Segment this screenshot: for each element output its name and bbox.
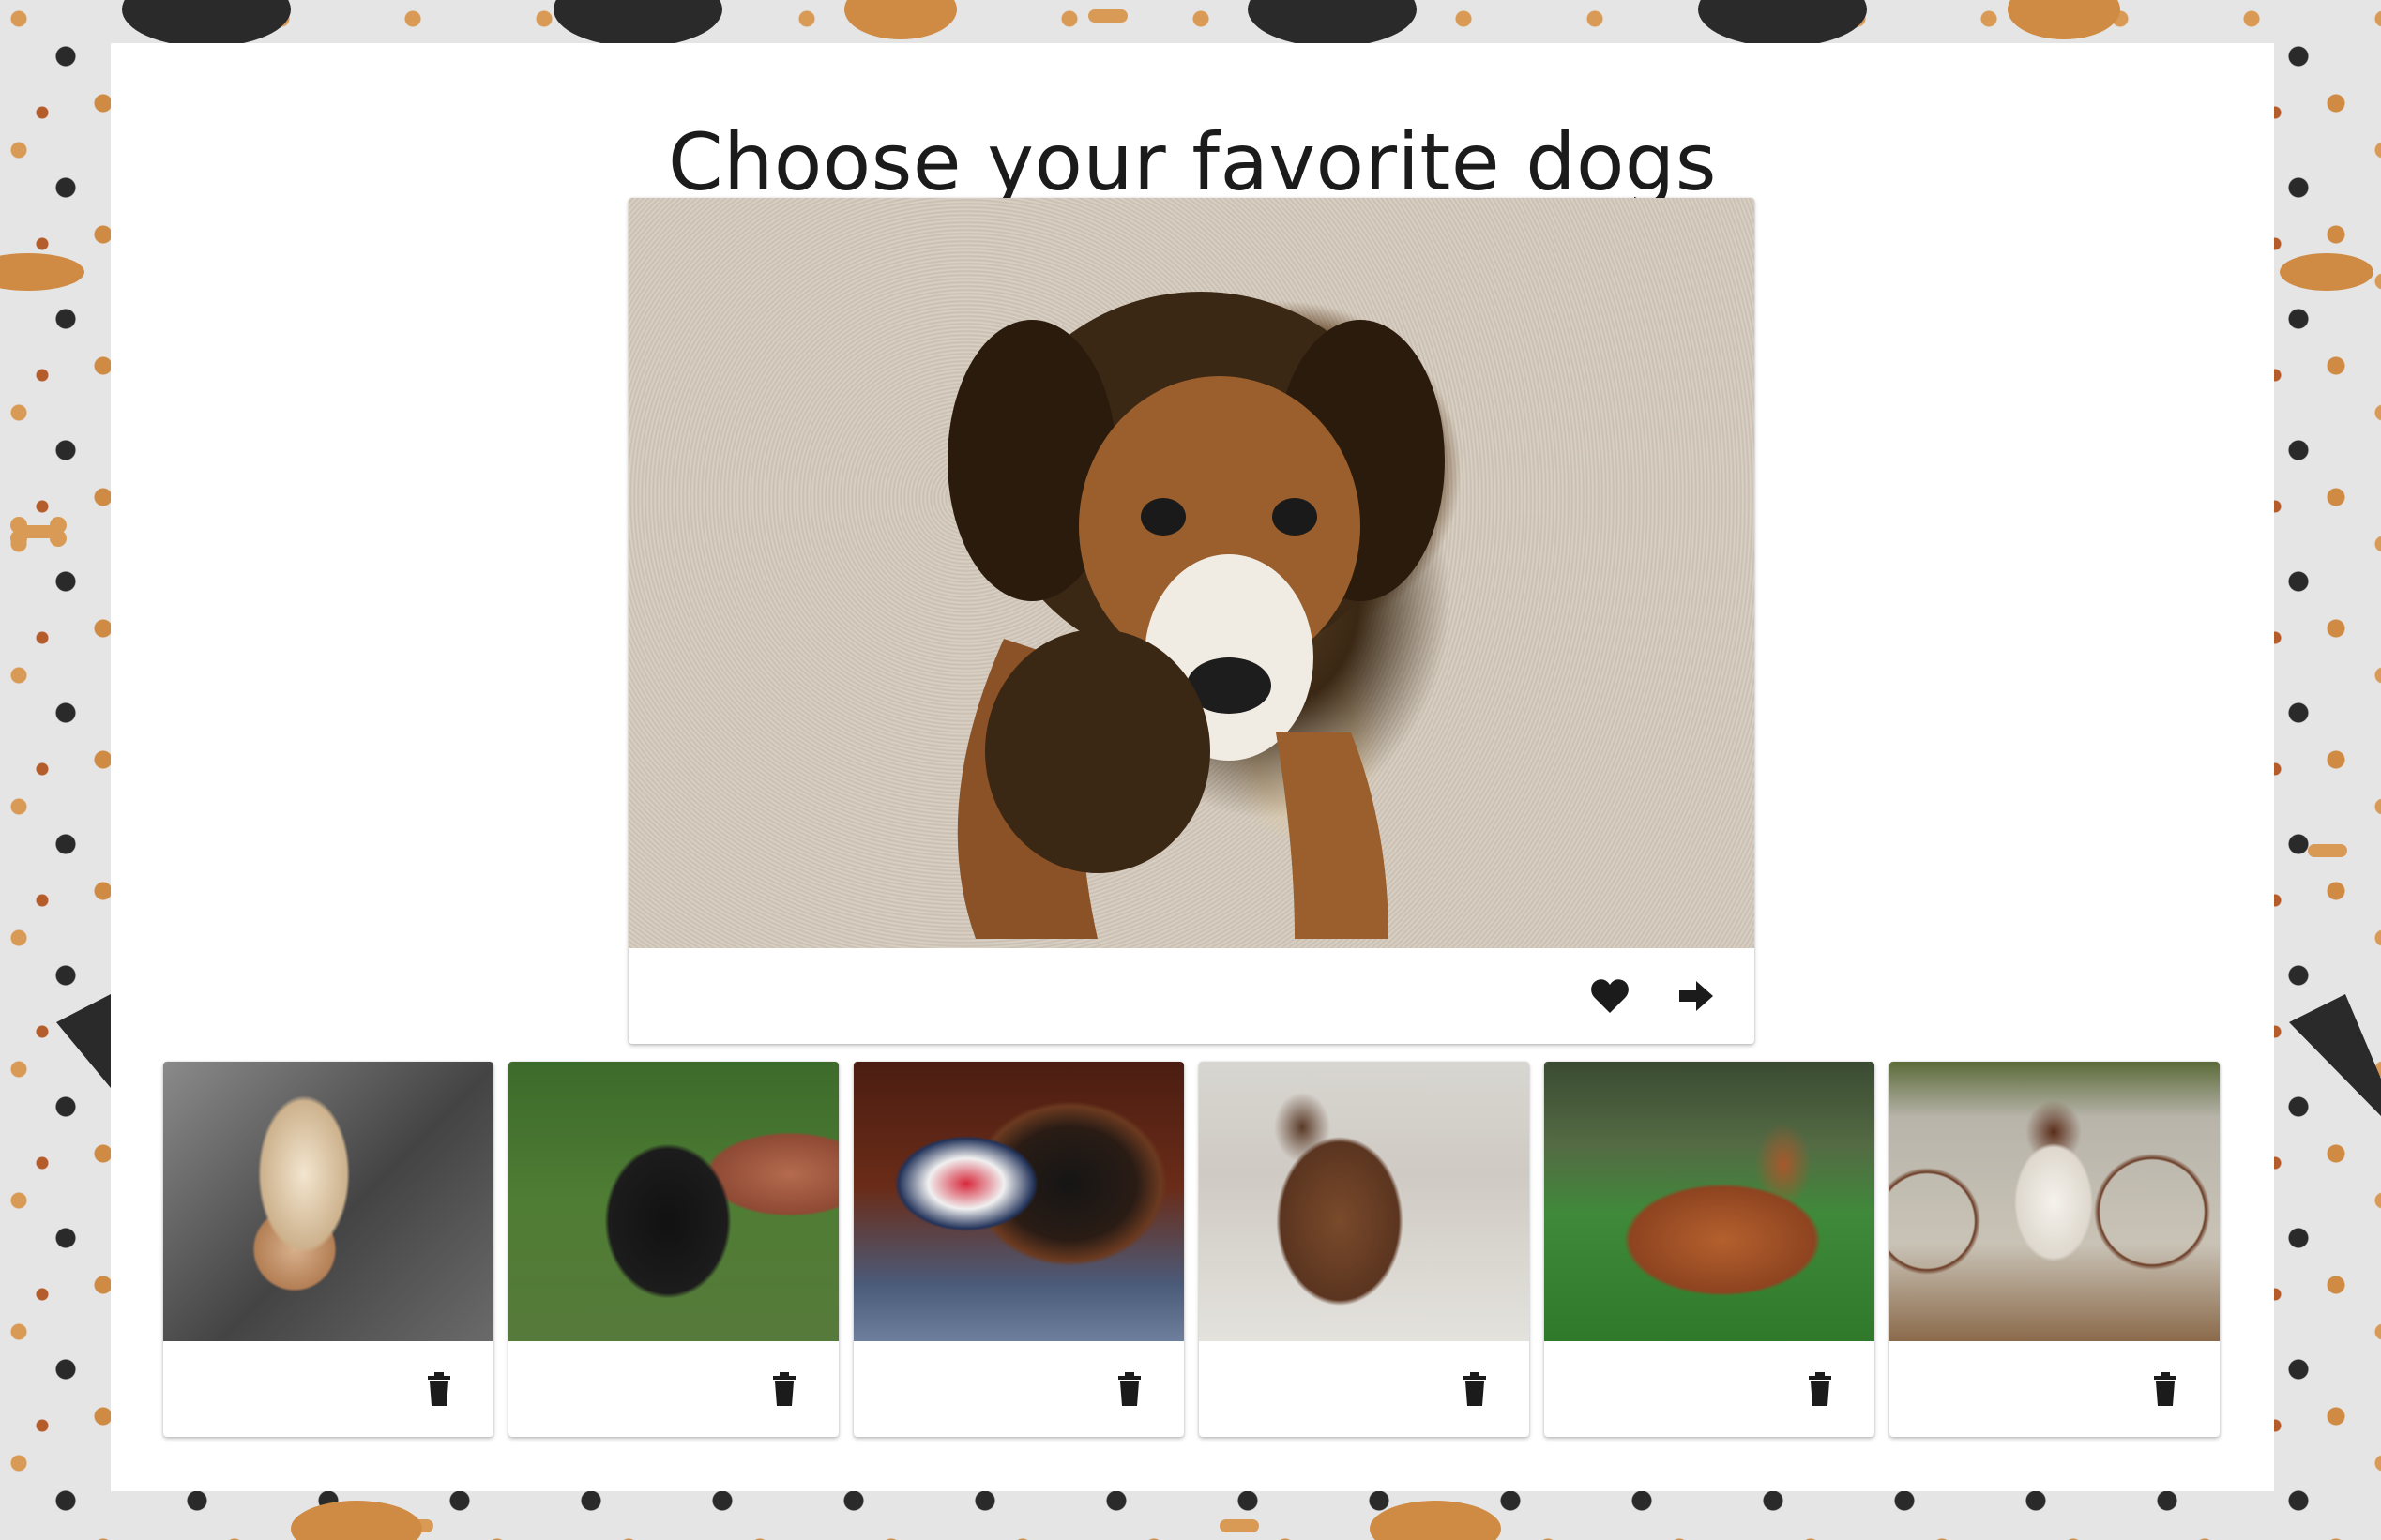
featured-actions [629, 948, 1754, 1044]
favorites-list [163, 1062, 2223, 1437]
favorite-dog-photo [1544, 1062, 1874, 1341]
favorite-actions [1199, 1341, 1529, 1437]
favorite-dog-card [508, 1062, 839, 1437]
favorite-dog-photo [1199, 1062, 1529, 1341]
favorite-dog-card [1889, 1062, 2220, 1437]
trash-icon [1809, 1372, 1831, 1406]
trash-icon [1463, 1372, 1486, 1406]
favorite-actions [163, 1341, 493, 1437]
favorite-dog-photo [854, 1062, 1184, 1341]
delete-button[interactable] [417, 1366, 462, 1412]
page-title: Choose your favorite dogs [667, 116, 1718, 208]
favorite-dog-card [1544, 1062, 1874, 1437]
favorite-dog-photo [508, 1062, 839, 1341]
delete-button[interactable] [1797, 1366, 1843, 1412]
trash-icon [1118, 1372, 1141, 1406]
favorite-dog-card [163, 1062, 493, 1437]
favorite-dog-photo [1889, 1062, 2220, 1341]
trash-icon [773, 1372, 796, 1406]
main-panel: Choose your favorite dogs [111, 43, 2274, 1491]
favorite-actions [1889, 1341, 2220, 1437]
heart-icon [1591, 979, 1629, 1013]
delete-button[interactable] [2143, 1366, 2188, 1412]
favorite-actions [1544, 1341, 1874, 1437]
beagle-puppy-icon [948, 292, 1445, 939]
favorite-actions [854, 1341, 1184, 1437]
trash-icon [2154, 1372, 2176, 1406]
delete-button[interactable] [1452, 1366, 1497, 1412]
delete-button[interactable] [762, 1366, 807, 1412]
favorite-dog-card [854, 1062, 1184, 1437]
favorite-dog-photo [163, 1062, 493, 1341]
featured-dog-card [629, 198, 1754, 1044]
delete-button[interactable] [1107, 1366, 1152, 1412]
favorite-actions [508, 1341, 839, 1437]
featured-dog-photo [629, 198, 1754, 948]
next-button[interactable] [1674, 974, 1719, 1019]
like-button[interactable] [1587, 974, 1632, 1019]
favorite-dog-card [1199, 1062, 1529, 1437]
arrow-right-icon [1679, 981, 1713, 1011]
trash-icon [428, 1372, 450, 1406]
